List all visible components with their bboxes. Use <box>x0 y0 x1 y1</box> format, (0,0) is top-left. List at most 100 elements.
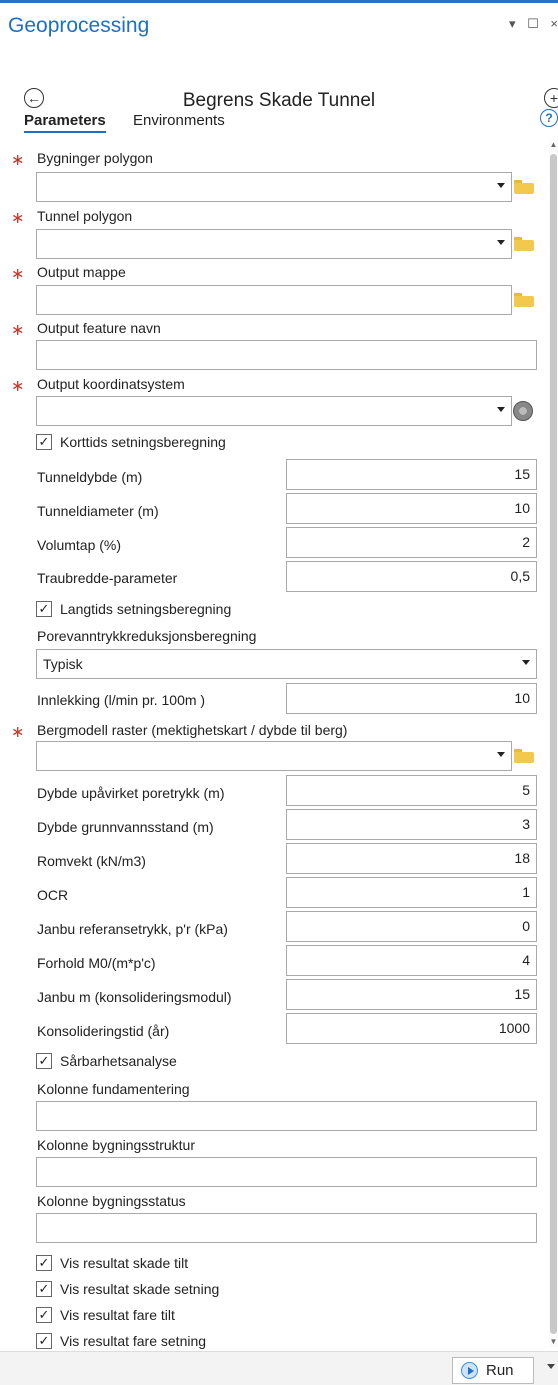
bygninger-combo[interactable] <box>36 172 512 202</box>
run-label: Run <box>486 1362 514 1379</box>
output-feature-field[interactable] <box>36 340 537 370</box>
tunneldiameter-label: Tunneldiameter (m) <box>37 503 159 519</box>
tab-environments[interactable]: Environments <box>133 112 225 129</box>
checkbox-checked[interactable]: ✓ <box>36 434 52 450</box>
tunneldybde-input[interactable]: 15 <box>286 459 537 490</box>
dybde-grunnvann-input[interactable]: 3 <box>286 809 537 840</box>
tunneldybde-label: Tunneldybde (m) <box>37 469 143 485</box>
globe-icon[interactable] <box>513 401 533 421</box>
janbu-ref-input[interactable]: 0 <box>286 911 537 942</box>
checkbox-checked[interactable]: ✓ <box>36 1255 52 1271</box>
konsolidering-label: Konsolideringstid (år) <box>37 1023 170 1039</box>
folder-icon[interactable] <box>514 180 534 194</box>
checkbox-label: Sårbarhetsanalyse <box>60 1053 177 1069</box>
vertical-scrollbar[interactable]: ▲ ▼ <box>549 140 558 1347</box>
korttids-checkbox-row[interactable]: ✓ Korttids setningsberegning <box>36 432 226 452</box>
romvekt-label: Romvekt (kN/m3) <box>37 853 146 869</box>
tunnel-combo[interactable] <box>36 229 512 259</box>
scroll-down-icon[interactable]: ▼ <box>549 1337 558 1347</box>
param-label-output-feature: Output feature navn <box>37 320 161 336</box>
fare-setning-checkbox-row[interactable]: ✓ Vis resultat fare setning <box>36 1331 206 1351</box>
checkbox-checked[interactable]: ✓ <box>36 1053 52 1069</box>
folder-icon[interactable] <box>514 749 534 763</box>
folder-icon[interactable] <box>514 237 534 251</box>
param-label-output-koord: Output koordinatsystem <box>37 376 185 392</box>
chevron-down-icon <box>497 183 505 188</box>
sarbarhet-checkbox-row[interactable]: ✓ Sårbarhetsanalyse <box>36 1051 177 1071</box>
langtids-checkbox-row[interactable]: ✓ Langtids setningsberegning <box>36 599 231 619</box>
panel-top-border <box>0 0 558 3</box>
forhold-label: Forhold M0/(m*p'c) <box>37 955 156 971</box>
volumtap-input[interactable]: 2 <box>286 527 537 558</box>
run-dropdown-icon[interactable] <box>547 1364 555 1369</box>
kolonne-status-label: Kolonne bygningsstatus <box>37 1193 186 1209</box>
chevron-down-icon <box>497 407 505 412</box>
checkbox-label: Vis resultat skade tilt <box>60 1255 189 1271</box>
forhold-input[interactable]: 4 <box>286 945 537 976</box>
porevann-selected: Typisk <box>43 656 83 672</box>
checkbox-checked[interactable]: ✓ <box>36 601 52 617</box>
required-marker: ∗ <box>11 266 25 283</box>
required-marker: ∗ <box>11 378 25 395</box>
janbu-m-input[interactable]: 15 <box>286 979 537 1010</box>
help-icon[interactable]: ? <box>540 109 558 127</box>
konsolidering-input[interactable]: 1000 <box>286 1013 537 1044</box>
required-marker: ∗ <box>11 322 25 339</box>
chevron-down-icon <box>497 240 505 245</box>
tunneldiameter-input[interactable]: 10 <box>286 493 537 524</box>
tool-title: Begrens Skade Tunnel <box>182 90 376 111</box>
required-marker: ∗ <box>11 724 25 741</box>
janbu-ref-label: Janbu referansetrykk, p'r (kPa) <box>37 921 228 937</box>
checkbox-label: Vis resultat fare tilt <box>60 1307 175 1323</box>
skade-tilt-checkbox-row[interactable]: ✓ Vis resultat skade tilt <box>36 1253 188 1273</box>
dybde-upavirket-input[interactable]: 5 <box>286 775 537 806</box>
scroll-up-icon[interactable]: ▲ <box>549 140 558 150</box>
kolonne-fund-label: Kolonne fundamentering <box>37 1081 190 1097</box>
checkbox-label: Vis resultat skade setning <box>60 1281 220 1297</box>
checkbox-checked[interactable]: ✓ <box>36 1333 52 1349</box>
traubredde-label: Traubredde-parameter <box>37 570 178 586</box>
add-icon[interactable]: + <box>544 88 558 108</box>
pane-title: Geoprocessing <box>8 14 150 37</box>
kolonne-status-field[interactable] <box>36 1213 537 1243</box>
required-marker: ∗ <box>11 152 25 169</box>
tab-parameters[interactable]: Parameters <box>24 112 106 133</box>
innlekking-input[interactable]: 10 <box>286 683 537 714</box>
output-koord-combo[interactable] <box>36 396 512 426</box>
innlekking-label: Innlekking (l/min pr. 100m ) <box>37 692 206 708</box>
param-label-tunnel: Tunnel polygon <box>37 208 133 224</box>
checkbox-checked[interactable]: ✓ <box>36 1281 52 1297</box>
traubredde-input[interactable]: 0,5 <box>286 561 537 592</box>
fare-tilt-checkbox-row[interactable]: ✓ Vis resultat fare tilt <box>36 1305 175 1325</box>
run-button[interactable]: Run <box>452 1357 534 1384</box>
required-marker: ∗ <box>11 210 25 227</box>
play-icon <box>461 1362 478 1379</box>
ocr-input[interactable]: 1 <box>286 877 537 908</box>
kolonne-struktur-label: Kolonne bygningsstruktur <box>37 1137 195 1153</box>
ocr-label: OCR <box>37 887 69 903</box>
porevann-label: Porevanntrykkreduksjonsberegning <box>37 628 257 644</box>
param-label-bygninger: Bygninger polygon <box>37 150 153 166</box>
folder-icon[interactable] <box>514 293 534 307</box>
janbu-m-label: Janbu m (konsolideringsmodul) <box>37 989 232 1005</box>
footer-bar: Run <box>0 1351 558 1385</box>
kolonne-fund-field[interactable] <box>36 1101 537 1131</box>
porevann-select[interactable]: Typisk <box>36 649 537 679</box>
kolonne-struktur-field[interactable] <box>36 1157 537 1187</box>
param-label-output-mappe: Output mappe <box>37 264 126 280</box>
dybde-grunnvann-label: Dybde grunnvannsstand (m) <box>37 819 214 835</box>
output-mappe-field[interactable] <box>36 285 512 315</box>
romvekt-input[interactable]: 18 <box>286 843 537 874</box>
bergmodell-combo[interactable] <box>36 741 512 771</box>
volumtap-label: Volumtap (%) <box>37 537 122 553</box>
dybde-upavirket-label: Dybde upåvirket poretrykk (m) <box>37 785 225 801</box>
checkbox-label: Korttids setningsberegning <box>60 434 226 450</box>
chevron-down-icon <box>522 660 530 665</box>
scrollbar-thumb[interactable] <box>550 154 557 1334</box>
skade-setning-checkbox-row[interactable]: ✓ Vis resultat skade setning <box>36 1279 219 1299</box>
checkbox-label: Langtids setningsberegning <box>60 601 232 617</box>
checkbox-checked[interactable]: ✓ <box>36 1307 52 1323</box>
window-controls[interactable]: ▾ ☐ × <box>509 16 558 32</box>
param-label-bergmodell: Bergmodell raster (mektighetskart / dybd… <box>37 722 348 738</box>
chevron-down-icon <box>497 752 505 757</box>
